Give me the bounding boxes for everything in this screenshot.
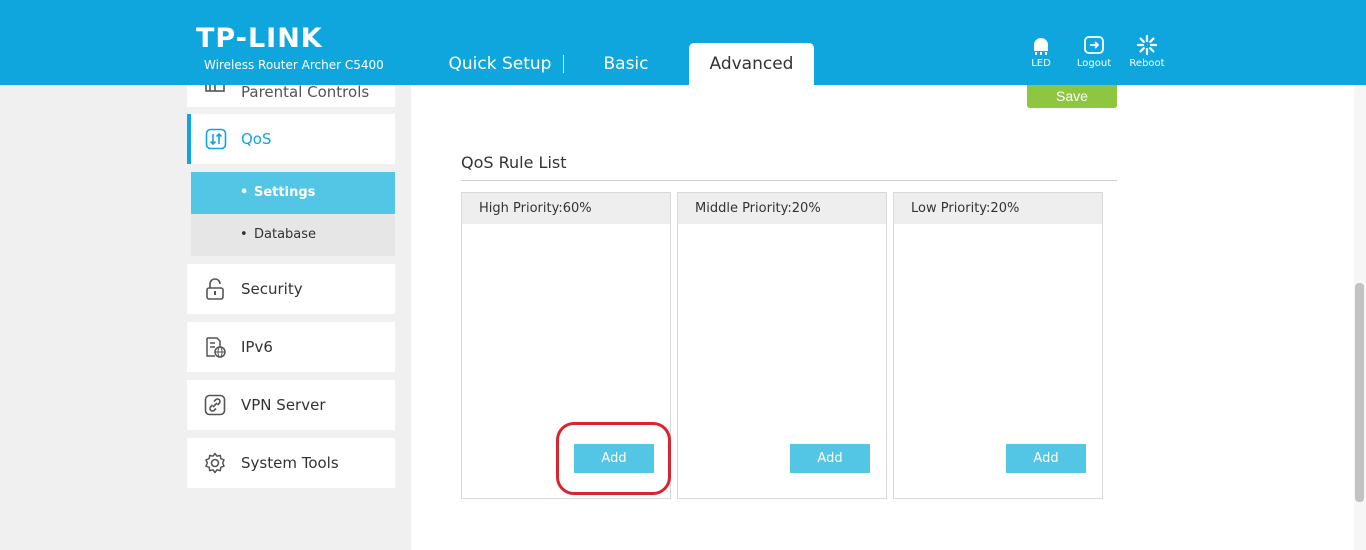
sidebar-item-label: Parental Controls xyxy=(241,85,370,101)
reboot-icon xyxy=(1136,34,1158,56)
logout-label: Logout xyxy=(1076,58,1112,69)
tab-quick-setup[interactable]: Quick Setup xyxy=(440,43,560,85)
save-button[interactable]: Save xyxy=(1027,85,1117,108)
vpn-icon xyxy=(204,394,226,416)
led-button[interactable]: LED xyxy=(1016,34,1066,74)
tab-basic[interactable]: Basic xyxy=(574,43,678,85)
logout-icon xyxy=(1084,36,1104,54)
router-model: Wireless Router Archer C5400 xyxy=(204,58,384,72)
lock-icon xyxy=(204,278,226,300)
add-low-priority-button[interactable]: Add xyxy=(1006,444,1086,473)
bullet: • xyxy=(240,227,248,242)
section-title: QoS Rule List xyxy=(461,153,567,172)
top-header: TP-LINK Wireless Router Archer C5400 Qui… xyxy=(0,0,1366,85)
subitem-label: Database xyxy=(254,227,317,242)
sidebar-item-label: System Tools xyxy=(241,454,339,472)
brand-logo: TP-LINK xyxy=(196,23,323,54)
reboot-button[interactable]: Reboot xyxy=(1122,34,1172,74)
tab-advanced[interactable]: Advanced xyxy=(689,43,814,85)
sidebar-subitem-database[interactable]: • Database xyxy=(191,214,395,256)
bullet: • xyxy=(240,185,249,200)
subitem-label: Settings xyxy=(254,185,316,200)
sidebar-item-ipv6[interactable]: IPv6 xyxy=(187,322,395,372)
sidebar-item-vpn-server[interactable]: VPN Server xyxy=(187,380,395,430)
low-priority-header: Low Priority:20% xyxy=(894,193,1102,224)
scrollbar-thumb[interactable] xyxy=(1355,283,1364,502)
sidebar-item-system-tools[interactable]: System Tools xyxy=(187,438,395,488)
reboot-label: Reboot xyxy=(1129,58,1165,69)
led-label: LED xyxy=(1031,58,1051,69)
middle-priority-header: Middle Priority:20% xyxy=(678,193,886,224)
qos-icon xyxy=(205,128,227,150)
save-label: Save xyxy=(1056,88,1088,104)
high-priority-panel: High Priority:60% Add xyxy=(461,192,671,499)
ipv6-icon xyxy=(204,336,226,358)
high-priority-header: High Priority:60% xyxy=(462,193,670,224)
sidebar-item-label: VPN Server xyxy=(241,396,326,414)
middle-priority-panel: Middle Priority:20% Add xyxy=(677,192,887,499)
sidebar-item-parental-controls[interactable]: Parental Controls xyxy=(187,85,395,107)
sidebar-item-label: IPv6 xyxy=(241,338,273,356)
add-high-priority-button[interactable]: Add xyxy=(574,444,654,473)
sidebar-subitem-settings[interactable]: • Settings xyxy=(191,172,395,214)
sidebar-item-qos[interactable]: QoS xyxy=(187,114,395,164)
sidebar-item-security[interactable]: Security xyxy=(187,264,395,314)
logout-button[interactable]: Logout xyxy=(1069,34,1119,74)
low-priority-panel: Low Priority:20% Add xyxy=(893,192,1103,499)
sidebar-item-label: QoS xyxy=(241,130,272,148)
led-icon xyxy=(1034,38,1048,55)
parental-controls-icon xyxy=(204,85,226,95)
gear-icon xyxy=(204,452,226,474)
section-divider xyxy=(461,180,1117,181)
add-middle-priority-button[interactable]: Add xyxy=(790,444,870,473)
tab-divider xyxy=(563,55,564,73)
sidebar-item-label: Security xyxy=(241,280,303,298)
